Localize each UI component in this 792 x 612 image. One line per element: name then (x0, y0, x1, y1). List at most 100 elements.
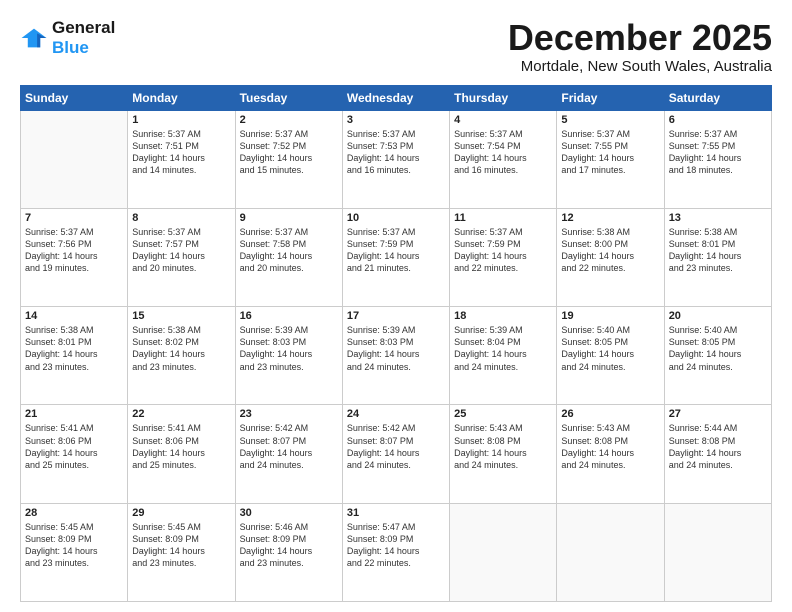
day-detail: Sunrise: 5:38 AM Sunset: 8:00 PM Dayligh… (561, 226, 659, 275)
day-number: 11 (454, 212, 552, 224)
table-row: 2 Sunrise: 5:37 AM Sunset: 7:52 PM Daylig… (235, 110, 342, 208)
day-detail: Sunrise: 5:37 AM Sunset: 7:53 PM Dayligh… (347, 128, 445, 177)
day-number: 16 (240, 310, 338, 322)
day-number: 21 (25, 408, 123, 420)
page: General Blue December 2025 Mortdale, New… (0, 0, 792, 612)
table-row: 21 Sunrise: 5:41 AM Sunset: 8:06 PM Dayli… (21, 405, 128, 503)
day-detail: Sunrise: 5:37 AM Sunset: 7:51 PM Dayligh… (132, 128, 230, 177)
day-detail: Sunrise: 5:45 AM Sunset: 8:09 PM Dayligh… (132, 521, 230, 570)
day-number: 23 (240, 408, 338, 420)
logo-text: General Blue (52, 18, 115, 59)
table-row: 14 Sunrise: 5:38 AM Sunset: 8:01 PM Dayli… (21, 307, 128, 405)
table-row: 17 Sunrise: 5:39 AM Sunset: 8:03 PM Dayli… (342, 307, 449, 405)
table-row: 11Sunrise: 5:37 AM Sunset: 7:59 PM Dayli… (450, 208, 557, 306)
day-number: 10 (347, 212, 445, 224)
header: General Blue December 2025 Mortdale, New… (20, 18, 772, 75)
day-number: 13 (669, 212, 767, 224)
col-thursday: Thursday (450, 85, 557, 110)
table-row: 20 Sunrise: 5:40 AM Sunset: 8:05 PM Dayli… (664, 307, 771, 405)
table-row: 1 Sunrise: 5:37 AM Sunset: 7:51 PM Daylig… (128, 110, 235, 208)
calendar-header-row: Sunday Monday Tuesday Wednesday Thursday… (21, 85, 772, 110)
table-row: 25Sunrise: 5:43 AM Sunset: 8:08 PM Dayli… (450, 405, 557, 503)
day-detail: Sunrise: 5:38 AM Sunset: 8:01 PM Dayligh… (669, 226, 767, 275)
day-detail: Sunrise: 5:47 AM Sunset: 8:09 PM Dayligh… (347, 521, 445, 570)
col-friday: Friday (557, 85, 664, 110)
table-row: 28 Sunrise: 5:45 AM Sunset: 8:09 PM Dayli… (21, 503, 128, 601)
day-detail: Sunrise: 5:41 AM Sunset: 8:06 PM Dayligh… (132, 422, 230, 471)
day-detail: Sunrise: 5:46 AM Sunset: 8:09 PM Dayligh… (240, 521, 338, 570)
title-block: December 2025 Mortdale, New South Wales,… (508, 18, 772, 75)
day-detail: Sunrise: 5:37 AM Sunset: 7:56 PM Dayligh… (25, 226, 123, 275)
day-detail: Sunrise: 5:37 AM Sunset: 7:58 PM Dayligh… (240, 226, 338, 275)
day-detail: Sunrise: 5:39 AM Sunset: 8:03 PM Dayligh… (347, 324, 445, 373)
day-number: 1 (132, 114, 230, 126)
col-sunday: Sunday (21, 85, 128, 110)
day-number: 31 (347, 507, 445, 519)
table-row: 18 Sunrise: 5:39 AM Sunset: 8:04 PM Dayli… (450, 307, 557, 405)
table-row: 15 Sunrise: 5:38 AM Sunset: 8:02 PM Dayli… (128, 307, 235, 405)
table-row: 7 Sunrise: 5:37 AM Sunset: 7:56 PM Daylig… (21, 208, 128, 306)
table-row: 8 Sunrise: 5:37 AM Sunset: 7:57 PM Daylig… (128, 208, 235, 306)
day-number: 25 (454, 408, 552, 420)
day-number: 22 (132, 408, 230, 420)
calendar-week-row: 14 Sunrise: 5:38 AM Sunset: 8:01 PM Dayli… (21, 307, 772, 405)
day-detail: Sunrise: 5:37 AM Sunset: 7:57 PM Dayligh… (132, 226, 230, 275)
table-row: 22 Sunrise: 5:41 AM Sunset: 8:06 PM Dayli… (128, 405, 235, 503)
day-detail: Sunrise: 5:45 AM Sunset: 8:09 PM Dayligh… (25, 521, 123, 570)
table-row: 24 Sunrise: 5:42 AM Sunset: 8:07 PM Dayli… (342, 405, 449, 503)
day-number: 2 (240, 114, 338, 126)
calendar-week-row: 28 Sunrise: 5:45 AM Sunset: 8:09 PM Dayli… (21, 503, 772, 601)
day-number: 9 (240, 212, 338, 224)
day-number: 28 (25, 507, 123, 519)
table-row: 4Sunrise: 5:37 AM Sunset: 7:54 PM Daylig… (450, 110, 557, 208)
day-number: 17 (347, 310, 445, 322)
day-number: 7 (25, 212, 123, 224)
day-detail: Sunrise: 5:38 AM Sunset: 8:01 PM Dayligh… (25, 324, 123, 373)
table-row: 23 Sunrise: 5:42 AM Sunset: 8:07 PM Dayli… (235, 405, 342, 503)
day-detail: Sunrise: 5:37 AM Sunset: 7:55 PM Dayligh… (669, 128, 767, 177)
day-number: 15 (132, 310, 230, 322)
day-number: 6 (669, 114, 767, 126)
table-row: 19 Sunrise: 5:40 AM Sunset: 8:05 PM Dayli… (557, 307, 664, 405)
table-row: 29Sunrise: 5:45 AM Sunset: 8:09 PM Dayli… (128, 503, 235, 601)
day-number: 24 (347, 408, 445, 420)
day-detail: Sunrise: 5:42 AM Sunset: 8:07 PM Dayligh… (240, 422, 338, 471)
calendar-week-row: 21 Sunrise: 5:41 AM Sunset: 8:06 PM Dayli… (21, 405, 772, 503)
location: Mortdale, New South Wales, Australia (508, 58, 772, 75)
col-tuesday: Tuesday (235, 85, 342, 110)
day-number: 27 (669, 408, 767, 420)
day-number: 5 (561, 114, 659, 126)
day-number: 8 (132, 212, 230, 224)
day-number: 20 (669, 310, 767, 322)
day-detail: Sunrise: 5:40 AM Sunset: 8:05 PM Dayligh… (561, 324, 659, 373)
day-detail: Sunrise: 5:41 AM Sunset: 8:06 PM Dayligh… (25, 422, 123, 471)
day-number: 30 (240, 507, 338, 519)
day-detail: Sunrise: 5:38 AM Sunset: 8:02 PM Dayligh… (132, 324, 230, 373)
calendar-table: Sunday Monday Tuesday Wednesday Thursday… (20, 85, 772, 602)
day-detail: Sunrise: 5:42 AM Sunset: 8:07 PM Dayligh… (347, 422, 445, 471)
day-detail: Sunrise: 5:44 AM Sunset: 8:08 PM Dayligh… (669, 422, 767, 471)
table-row (557, 503, 664, 601)
table-row: 13 Sunrise: 5:38 AM Sunset: 8:01 PM Dayli… (664, 208, 771, 306)
table-row: 30 Sunrise: 5:46 AM Sunset: 8:09 PM Dayli… (235, 503, 342, 601)
table-row: 10Sunrise: 5:37 AM Sunset: 7:59 PM Dayli… (342, 208, 449, 306)
day-detail: Sunrise: 5:39 AM Sunset: 8:04 PM Dayligh… (454, 324, 552, 373)
col-wednesday: Wednesday (342, 85, 449, 110)
table-row: 5 Sunrise: 5:37 AM Sunset: 7:55 PM Daylig… (557, 110, 664, 208)
day-detail: Sunrise: 5:37 AM Sunset: 7:54 PM Dayligh… (454, 128, 552, 177)
table-row: 27 Sunrise: 5:44 AM Sunset: 8:08 PM Dayli… (664, 405, 771, 503)
table-row: 3Sunrise: 5:37 AM Sunset: 7:53 PM Daylig… (342, 110, 449, 208)
table-row (664, 503, 771, 601)
day-detail: Sunrise: 5:40 AM Sunset: 8:05 PM Dayligh… (669, 324, 767, 373)
day-number: 19 (561, 310, 659, 322)
day-detail: Sunrise: 5:39 AM Sunset: 8:03 PM Dayligh… (240, 324, 338, 373)
day-detail: Sunrise: 5:37 AM Sunset: 7:52 PM Dayligh… (240, 128, 338, 177)
day-detail: Sunrise: 5:37 AM Sunset: 7:55 PM Dayligh… (561, 128, 659, 177)
table-row: 12Sunrise: 5:38 AM Sunset: 8:00 PM Dayli… (557, 208, 664, 306)
day-number: 18 (454, 310, 552, 322)
table-row: 31 Sunrise: 5:47 AM Sunset: 8:09 PM Dayli… (342, 503, 449, 601)
table-row (450, 503, 557, 601)
calendar-week-row: 7 Sunrise: 5:37 AM Sunset: 7:56 PM Daylig… (21, 208, 772, 306)
day-number: 14 (25, 310, 123, 322)
logo: General Blue (20, 18, 115, 59)
